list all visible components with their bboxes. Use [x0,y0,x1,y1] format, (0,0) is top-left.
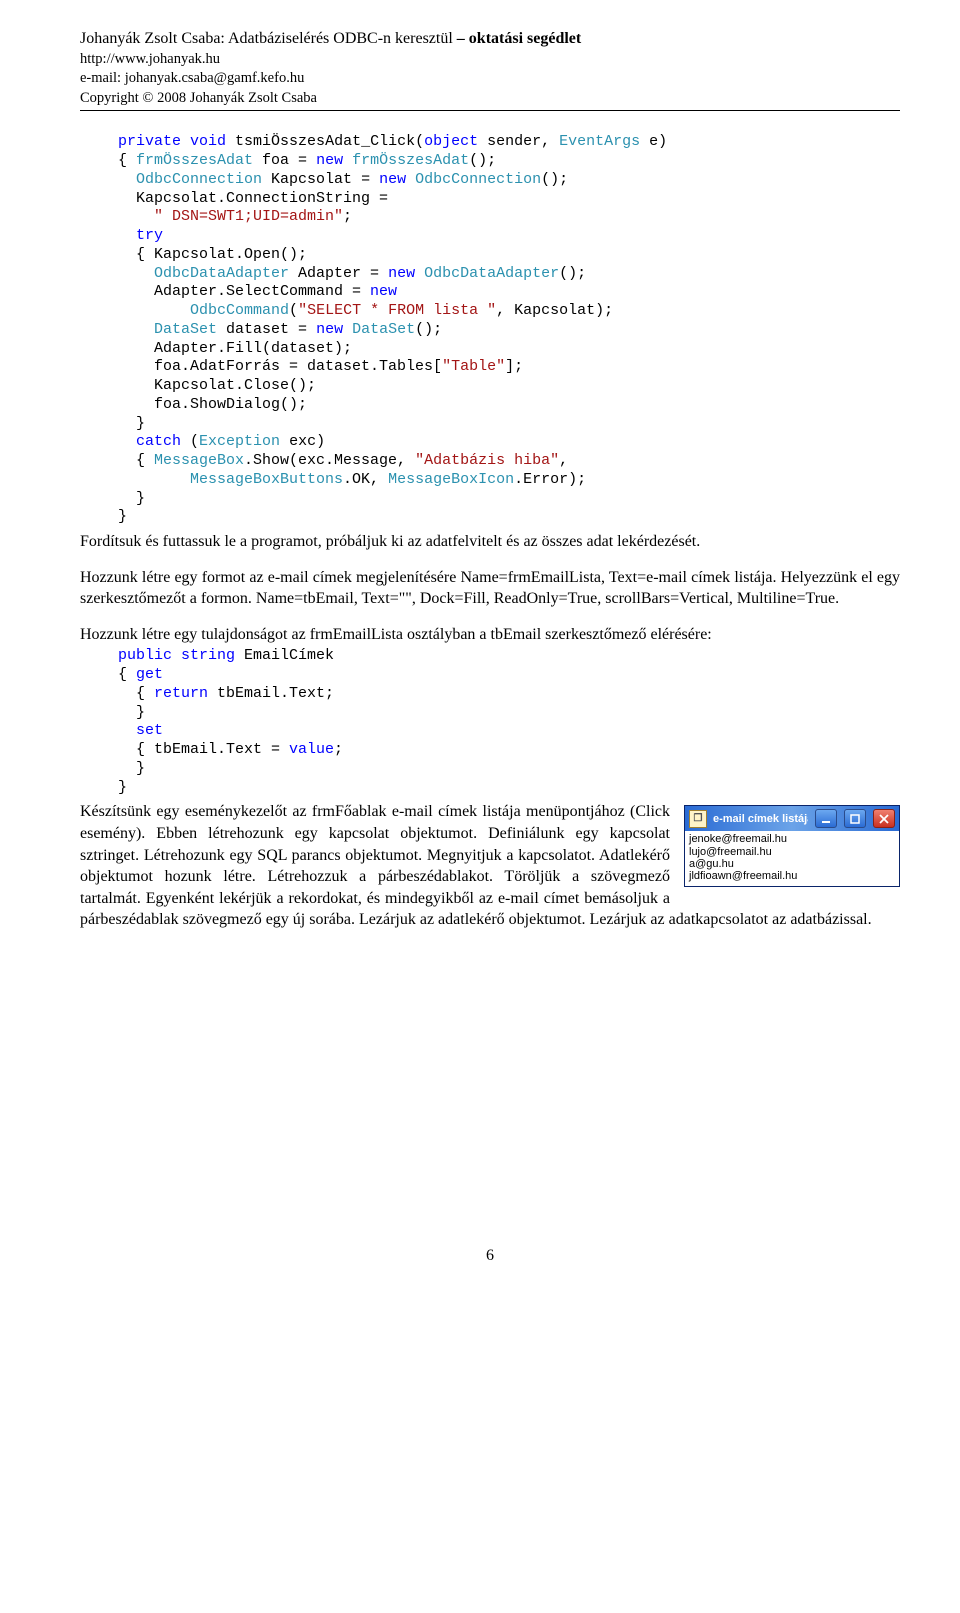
window-title: e-mail címek listája [713,813,808,825]
code-block-1: private void tsmiÖsszesAdat_Click(object… [118,133,900,527]
maximize-button[interactable] [844,809,866,828]
close-button[interactable] [873,809,895,828]
email-item: jenoke@freemail.hu [689,833,895,845]
email-item: a@gu.hu [689,858,895,870]
header-title-plain: Johanyák Zsolt Csaba: Adatbáziselérés OD… [80,30,453,47]
app-icon: ❐ [689,810,707,828]
paragraph-1: Fordítsuk és futtassuk le a programot, p… [80,531,900,553]
email-item: lujo@freemail.hu [689,846,895,858]
paragraph-2: Hozzunk létre egy formot az e-mail címek… [80,567,900,610]
email-item: jldfioawn@freemail.hu [689,870,895,882]
window-titlebar: ❐ e-mail címek listája [685,806,899,831]
header-url: http://www.johanyak.hu [80,50,900,70]
document-header: Johanyák Zsolt Csaba: Adatbáziselérés OD… [80,28,900,111]
header-copyright: Copyright © 2008 Johanyák Zsolt Csaba [80,89,900,109]
minimize-icon [821,814,831,824]
header-email: e-mail: johanyak.csaba@gamf.kefo.hu [80,69,900,89]
close-icon [879,814,889,824]
email-list-window: ❐ e-mail címek listája jenoke@freemail.h… [684,805,900,886]
code-block-2: public string EmailCímek { get { return … [118,647,900,797]
page-number: 6 [80,1245,900,1267]
window-body: jenoke@freemail.hu lujo@freemail.hu a@gu… [685,831,899,885]
header-title-bold: – oktatási segédlet [457,30,581,47]
paragraph-3: Hozzunk létre egy tulajdonságot az frmEm… [80,624,900,646]
maximize-icon [850,814,860,824]
minimize-button[interactable] [815,809,837,828]
header-title: Johanyák Zsolt Csaba: Adatbáziselérés OD… [80,28,900,50]
